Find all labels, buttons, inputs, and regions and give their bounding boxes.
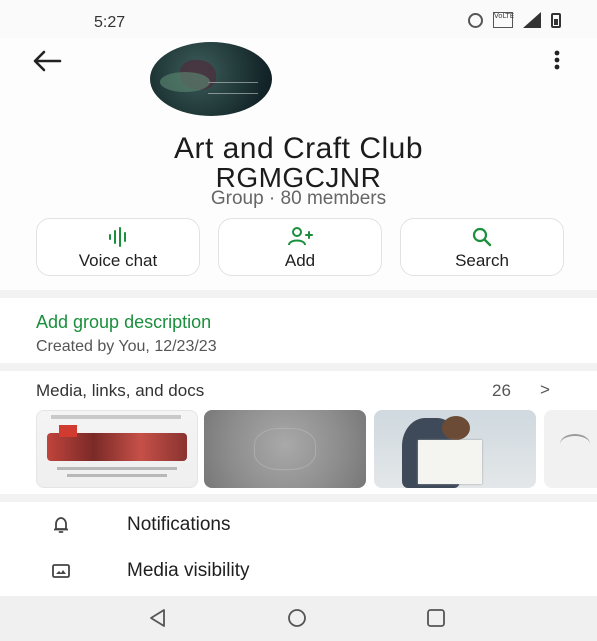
section-divider (0, 494, 597, 502)
media-thumbnail[interactable] (204, 410, 366, 488)
voice-waveform-icon (109, 227, 126, 247)
bell-icon (54, 517, 68, 533)
sketch-drawing (254, 428, 316, 470)
media-visibility-label: Media visibility (127, 560, 250, 581)
more-options-button[interactable] (542, 46, 572, 76)
media-count[interactable]: 26 (492, 381, 511, 401)
section-divider (0, 290, 597, 298)
nav-back-icon[interactable] (146, 607, 170, 629)
notifications-label: Notifications (127, 514, 231, 535)
action-row: Voice chat Add Search (36, 218, 566, 276)
nav-home-icon[interactable] (285, 607, 309, 629)
add-group-description-link[interactable]: Add group description (36, 312, 211, 333)
notifications-menu-item[interactable]: Notifications (0, 502, 597, 548)
image-icon (52, 564, 70, 578)
search-label: Search (455, 251, 509, 270)
media-thumbnail[interactable] (544, 410, 597, 488)
arrow-left-icon (33, 50, 62, 72)
poster-text-line (51, 415, 181, 419)
group-avatar[interactable] (150, 42, 272, 116)
poster-text-line (57, 467, 177, 470)
created-by-text: Created by You, 12/23/23 (36, 338, 217, 355)
alarm-icon (468, 12, 483, 28)
section-divider (0, 363, 597, 371)
poster-flag-logo (59, 425, 77, 437)
drawing-paper (418, 440, 482, 484)
media-visibility-menu-item[interactable]: Media visibility (0, 548, 597, 594)
search-button[interactable]: Search (400, 218, 564, 276)
bird-sketch (560, 434, 590, 454)
volte-icon: VoLTE (493, 12, 514, 28)
status-time: 5:27 (94, 14, 126, 31)
add-member-button[interactable]: Add (218, 218, 382, 276)
person-head (442, 416, 470, 440)
status-bar: 5:27 VoLTE (0, 0, 597, 38)
poster-text-line (67, 474, 167, 477)
search-icon (472, 227, 492, 247)
avatar-overlay-text (208, 82, 258, 94)
chevron-right-icon[interactable]: > (540, 380, 550, 400)
group-member-count: Group · 80 members (210, 188, 387, 209)
signal-icon (523, 12, 541, 28)
more-vertical-icon (554, 50, 560, 70)
group-name: Art and Craft Club (173, 132, 424, 165)
add-person-icon (288, 227, 313, 246)
nav-recents-icon[interactable] (424, 607, 448, 629)
media-section-title[interactable]: Media, links, and docs (36, 381, 204, 401)
media-thumbnail[interactable] (36, 410, 198, 488)
system-navigation-bar (0, 596, 597, 641)
battery-icon (551, 12, 561, 28)
add-label: Add (284, 251, 316, 270)
media-thumbnail[interactable] (374, 410, 536, 488)
poster-crowd-image (47, 433, 187, 461)
voice-chat-button[interactable]: Voice chat (36, 218, 200, 276)
status-icons: VoLTE (468, 12, 561, 28)
back-button[interactable] (30, 46, 64, 76)
voice-chat-label: Voice chat (78, 251, 158, 270)
